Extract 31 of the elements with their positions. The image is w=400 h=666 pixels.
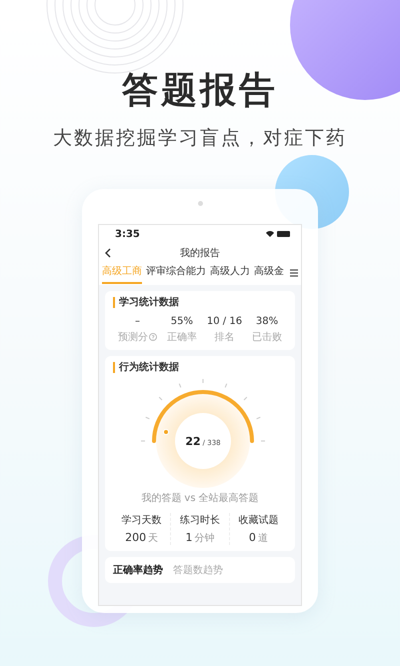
back-icon[interactable] (105, 248, 111, 258)
status-time: 3:35 (115, 228, 140, 240)
stat-label: 正确率 (166, 330, 197, 344)
stat-label: 已击败 (252, 330, 282, 344)
metric-value: 0 道 (248, 531, 268, 545)
stat-value: 55% (170, 316, 194, 327)
speaker-dot (198, 201, 202, 206)
gauge-center (175, 413, 231, 469)
metric-label: 学习天数 (122, 514, 162, 527)
tab[interactable]: 高级金 (254, 264, 284, 284)
metric-label: 练习时长 (180, 514, 220, 527)
stat-value: 10 / 16 (206, 316, 242, 327)
menu-icon[interactable] (290, 269, 298, 277)
stat-label: 排名 (214, 330, 234, 344)
stat-value: – (134, 316, 140, 327)
gauge-caption: 我的答题 vs 全站最高答题 (140, 492, 260, 505)
stat-label: 预测分 (118, 330, 148, 344)
nav-title: 我的报告 (180, 246, 220, 260)
headline: 答题报告 (122, 69, 278, 113)
card-title: 行为统计数据 (113, 362, 287, 373)
tab[interactable]: 评审综合能力 (146, 264, 206, 284)
metric-value: 1 分钟 (185, 531, 214, 545)
tab[interactable]: 高级人力 (210, 264, 250, 284)
gauge-pointer (163, 429, 169, 435)
subtitle: 大数据挖掘学习盲点，对症下药 (53, 126, 347, 151)
stat-value: 38% (256, 316, 278, 327)
card-title: 学习统计数据 (113, 297, 287, 308)
status-icons (265, 230, 291, 238)
trend-tab[interactable]: 正确率趋势 (113, 563, 163, 577)
metric-label: 收藏试题 (238, 514, 278, 527)
metric-value: 200 天 (125, 531, 158, 545)
